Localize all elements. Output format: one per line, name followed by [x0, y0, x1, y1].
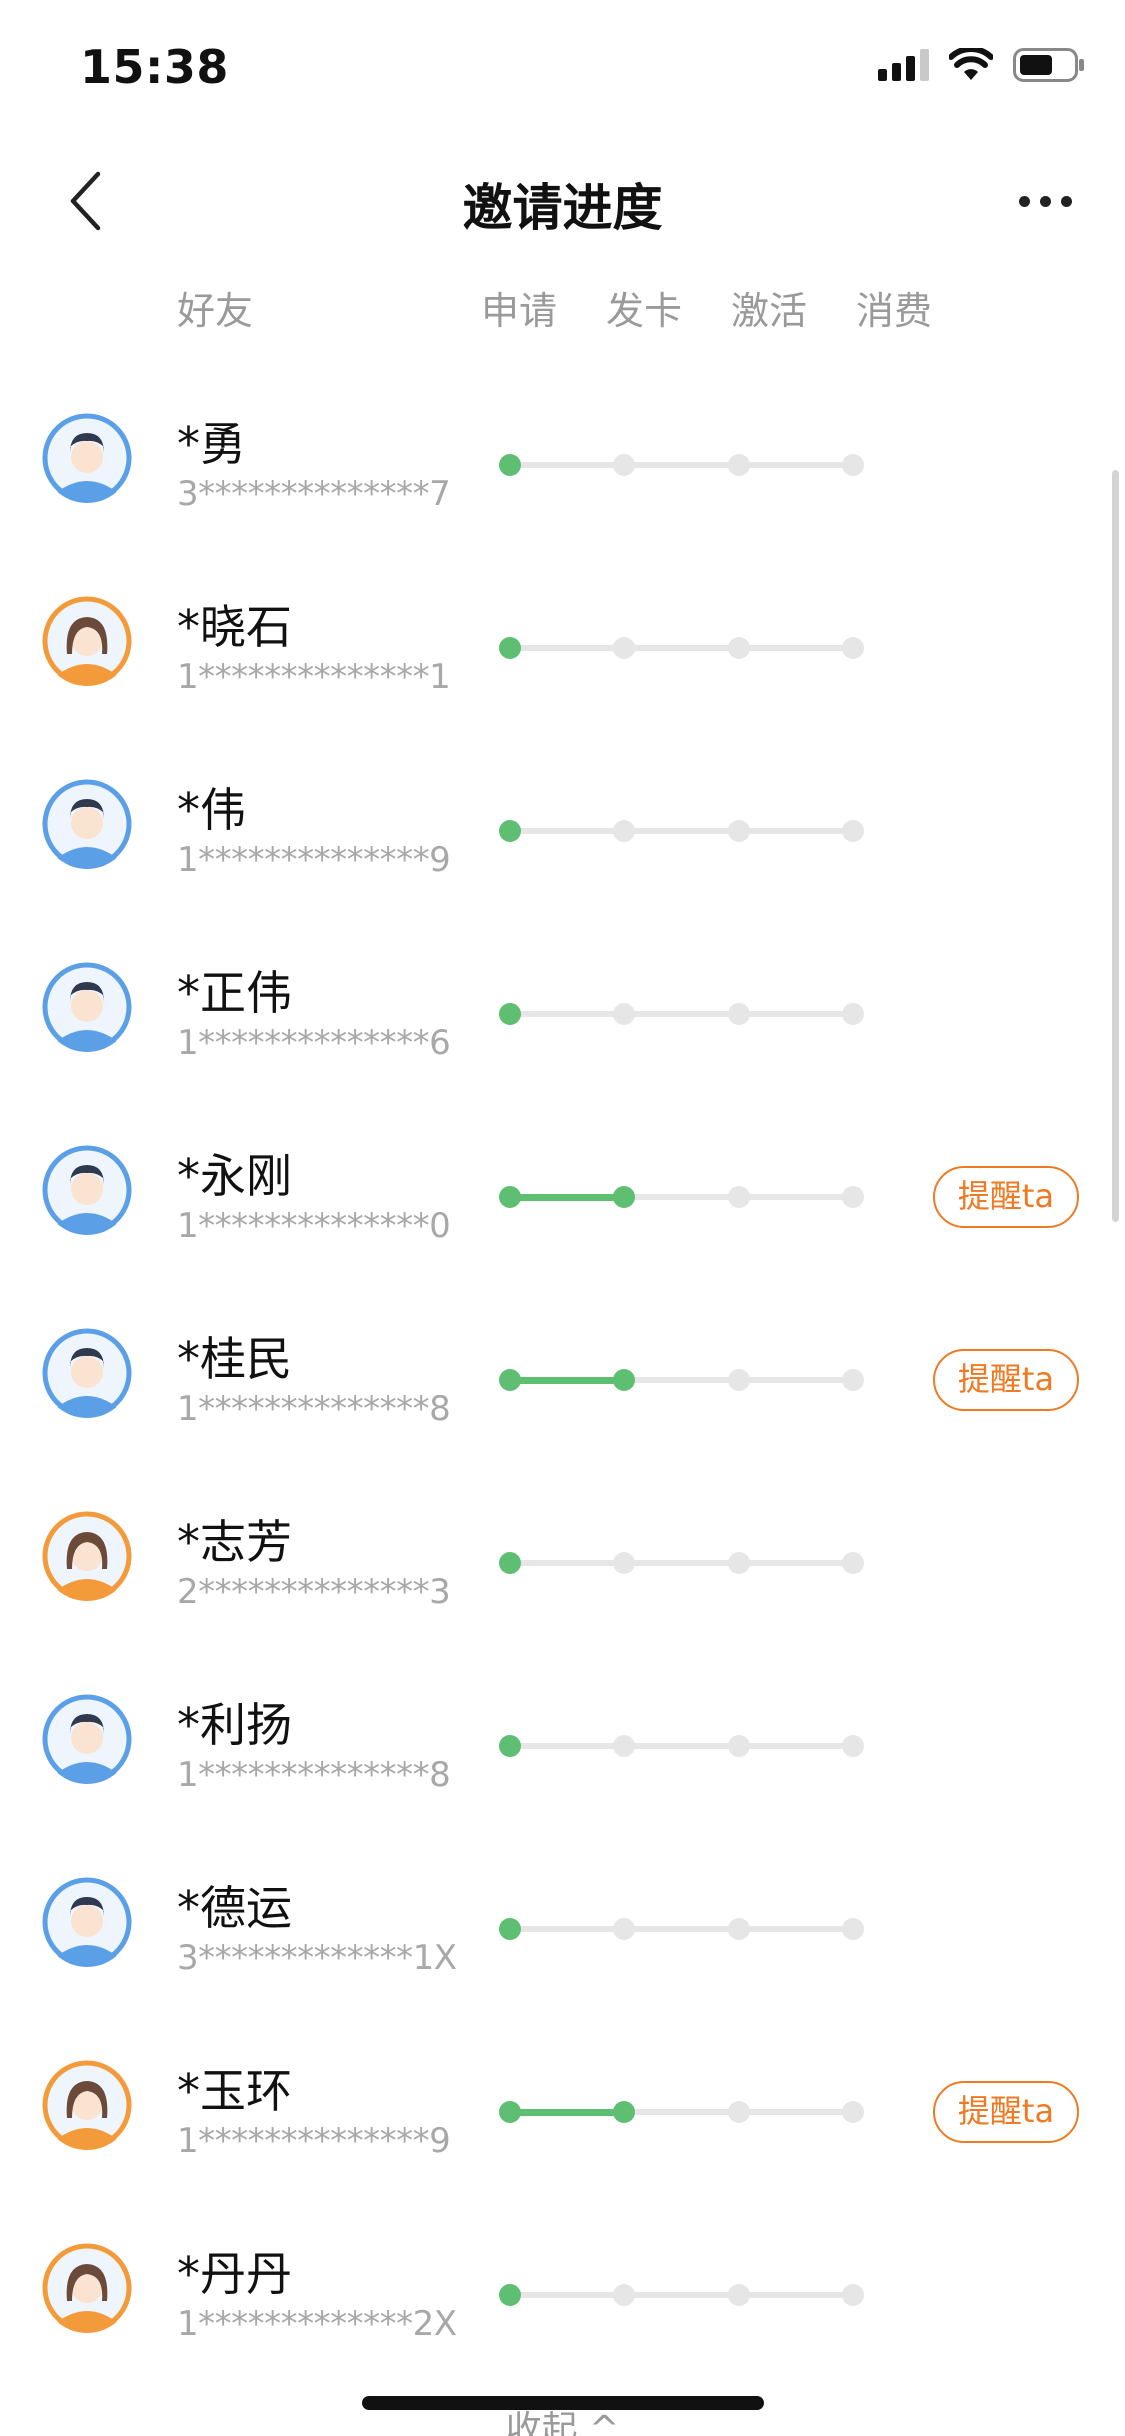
column-friend: 好友	[177, 289, 254, 333]
progress-step-dot	[842, 1735, 864, 1757]
nav-bar: 邀请进度	[0, 140, 1125, 260]
progress-step-dot	[613, 1003, 635, 1025]
progress-step-dot	[728, 1918, 750, 1940]
scrollbar[interactable]	[1112, 470, 1119, 1222]
wifi-icon	[949, 48, 993, 80]
cellular-signal-icon	[878, 49, 929, 81]
progress-step-dot	[728, 1552, 750, 1574]
progress-line	[510, 1743, 853, 1749]
progress-track	[0, 1468, 1125, 1651]
progress-track	[0, 1651, 1125, 1834]
column-activated: 激活	[730, 289, 807, 333]
friend-row[interactable]: *玉环 1**************9 提醒ta	[0, 2017, 1125, 2200]
friend-row[interactable]: *丹丹 1*************2X	[0, 2200, 1125, 2383]
progress-step-dot	[728, 1003, 750, 1025]
progress-line	[510, 645, 853, 651]
battery-icon	[1013, 48, 1085, 82]
progress-step-dot	[728, 1369, 750, 1391]
progress-line	[510, 1560, 853, 1566]
progress-step-dot	[499, 454, 521, 476]
progress-line	[510, 828, 853, 834]
progress-track	[0, 2200, 1125, 2383]
remind-button[interactable]: 提醒ta	[933, 1166, 1079, 1228]
column-spent: 消费	[855, 289, 932, 333]
progress-step-dot	[842, 454, 864, 476]
progress-step-dot	[613, 1186, 635, 1208]
progress-step-dot	[499, 637, 521, 659]
column-header: 好友 申请 发卡 激活 消费	[0, 280, 1125, 350]
progress-step-dot	[728, 1735, 750, 1757]
progress-step-dot	[499, 2284, 521, 2306]
progress-step-dot	[613, 1918, 635, 1940]
home-indicator	[362, 2396, 764, 2410]
invite-progress-screen: 15:38 邀请进度 好友 申请 发卡 激活 消费 *勇 3**********…	[0, 0, 1125, 2436]
status-icons	[878, 48, 1085, 82]
progress-track	[0, 553, 1125, 736]
status-time: 15:38	[80, 40, 229, 94]
progress-step-dot	[842, 637, 864, 659]
progress-step-dot	[728, 820, 750, 842]
friend-row[interactable]: *志芳 2**************3	[0, 1468, 1125, 1651]
progress-step-dot	[499, 820, 521, 842]
remind-button[interactable]: 提醒ta	[933, 1349, 1079, 1411]
progress-line	[510, 1011, 853, 1017]
progress-track	[0, 736, 1125, 919]
friend-row[interactable]: *利扬 1**************8	[0, 1651, 1125, 1834]
progress-step-dot	[613, 637, 635, 659]
progress-step-dot	[842, 1918, 864, 1940]
friend-row[interactable]: *伟 1**************9	[0, 736, 1125, 919]
progress-step-dot	[842, 2101, 864, 2123]
status-bar: 15:38	[0, 0, 1125, 140]
progress-step-dot	[728, 2101, 750, 2123]
friend-list: *勇 3**************7 *晓石 1**************1 *伟 1…	[0, 370, 1125, 2383]
progress-step-dot	[613, 1735, 635, 1757]
friend-row[interactable]: *永刚 1**************0 提醒ta	[0, 1102, 1125, 1285]
progress-step-dot	[728, 1186, 750, 1208]
progress-fill	[510, 1377, 624, 1384]
progress-track	[0, 370, 1125, 553]
progress-track	[0, 919, 1125, 1102]
chevron-up-icon: ^	[589, 2409, 620, 2436]
more-horizontal-icon	[1018, 195, 1030, 207]
progress-step-dot	[499, 1735, 521, 1757]
progress-line	[510, 2292, 853, 2298]
column-apply: 申请	[480, 289, 557, 333]
progress-step-dot	[613, 1552, 635, 1574]
friend-row[interactable]: *桂民 1**************8 提醒ta	[0, 1285, 1125, 1468]
progress-step-dot	[613, 2101, 635, 2123]
remind-button[interactable]: 提醒ta	[933, 2081, 1079, 2143]
progress-step-dot	[499, 2101, 521, 2123]
progress-step-dot	[842, 2284, 864, 2306]
collapse-label: 收起	[505, 2409, 578, 2436]
progress-step-dot	[842, 1369, 864, 1391]
progress-step-dot	[613, 1369, 635, 1391]
progress-step-dot	[499, 1369, 521, 1391]
progress-step-dot	[499, 1918, 521, 1940]
progress-step-dot	[613, 2284, 635, 2306]
progress-step-dot	[499, 1552, 521, 1574]
progress-step-dot	[613, 454, 635, 476]
progress-step-dot	[728, 637, 750, 659]
progress-step-dot	[499, 1003, 521, 1025]
progress-step-dot	[728, 2284, 750, 2306]
progress-line	[510, 1926, 853, 1932]
progress-step-dot	[613, 820, 635, 842]
progress-step-dot	[842, 820, 864, 842]
friend-row[interactable]: *正伟 1**************6	[0, 919, 1125, 1102]
progress-track	[0, 1834, 1125, 2017]
progress-fill	[510, 1194, 624, 1201]
more-button[interactable]	[1005, 166, 1085, 236]
progress-step-dot	[842, 1003, 864, 1025]
progress-step-dot	[728, 454, 750, 476]
progress-fill	[510, 2109, 624, 2116]
progress-step-dot	[499, 1186, 521, 1208]
progress-step-dot	[842, 1186, 864, 1208]
progress-step-dot	[842, 1552, 864, 1574]
page-title: 邀请进度	[462, 179, 663, 237]
friend-row[interactable]: *德运 3*************1X	[0, 1834, 1125, 2017]
column-card-issued: 发卡	[605, 289, 682, 333]
progress-line	[510, 462, 853, 468]
friend-row[interactable]: *晓石 1**************1	[0, 553, 1125, 736]
friend-row[interactable]: *勇 3**************7	[0, 370, 1125, 553]
